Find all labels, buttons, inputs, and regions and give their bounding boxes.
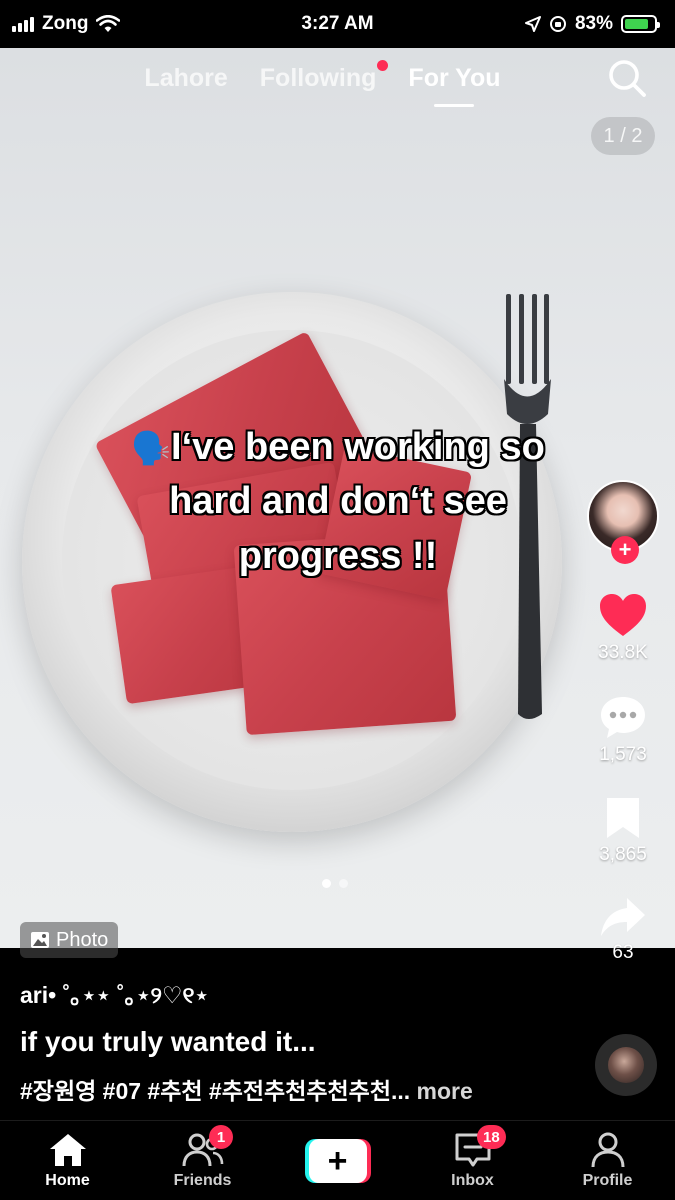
more-link[interactable]: more [410, 1078, 473, 1104]
status-right: 83% [524, 13, 660, 35]
comment-icon [601, 697, 645, 738]
status-time: 3:27 AM [301, 13, 374, 34]
carousel-dots[interactable] [322, 879, 348, 888]
create-plus-icon: + [304, 1138, 371, 1183]
tab-lahore[interactable]: Lahore [144, 64, 227, 93]
share-button[interactable]: 63 [599, 896, 647, 964]
tab-home-label: Home [45, 1171, 90, 1189]
post-hashtags[interactable]: #장원영 #07 #추천 #추전추천추천추천... more [20, 1072, 473, 1106]
orientation-lock-icon [549, 16, 566, 32]
photo-badge-label: Photo [56, 928, 109, 951]
tab-profile-label: Profile [582, 1171, 633, 1189]
share-arrow-icon [601, 898, 645, 936]
tab-inbox-label: Inbox [451, 1171, 494, 1189]
tab-following[interactable]: Following [259, 59, 389, 93]
tab-lahore-label: Lahore [144, 63, 228, 92]
bookmark-icon [606, 798, 639, 838]
bottom-tab-bar: Home Friends 1 + Inbox 18 Profile [0, 1120, 675, 1200]
carrier-name: Zong [42, 13, 89, 34]
location-arrow-icon [524, 16, 541, 32]
signal-icon [12, 16, 34, 32]
battery-percent: 83% [574, 13, 613, 34]
like-count: 33.8K [598, 642, 648, 663]
carousel-dot-1[interactable] [322, 879, 331, 888]
tab-profile[interactable]: Profile [540, 1121, 675, 1200]
tab-friends-label: Friends [173, 1171, 232, 1189]
like-button[interactable]: 33.8K [598, 592, 648, 664]
home-icon [49, 1133, 86, 1166]
save-count: 3,865 [599, 844, 647, 865]
save-button[interactable]: 3,865 [599, 796, 647, 866]
notification-dot [377, 59, 389, 71]
heart-icon [600, 594, 646, 636]
post-caption[interactable]: if you truly wanted it... [20, 1026, 316, 1058]
search-icon[interactable] [605, 56, 649, 100]
image-icon [31, 932, 49, 948]
tab-for-you[interactable]: For You [408, 63, 501, 107]
wifi-icon [96, 15, 121, 32]
tab-for-you-label: For You [408, 63, 501, 92]
photo-badge: Photo [20, 922, 119, 958]
create-button[interactable]: + [270, 1121, 405, 1200]
speaking-head-emoji: 🗣️ [131, 430, 172, 466]
post-info: ari• ˚｡⋆⋆ ˚｡⋆୨♡୧⋆ if you truly wanted it… [0, 948, 675, 1120]
overlay-caption: I‘ve been working so hard and don‘t see … [169, 426, 545, 577]
share-count: 63 [612, 942, 634, 963]
tab-following-label: Following [259, 63, 377, 92]
inbox-badge: 18 [477, 1125, 506, 1149]
photo-page-indicator: 1 / 2 [591, 117, 655, 155]
action-rail: + 33.8K 1,573 3,865 63 [585, 480, 661, 964]
status-bar: Zong 3:27 AM 83% [0, 0, 675, 48]
music-cover [608, 1047, 644, 1083]
hashtag-list[interactable]: #장원영 #07 #추천 #추전추천추천추천... [20, 1078, 410, 1104]
battery-level [625, 19, 649, 29]
profile-icon [591, 1132, 624, 1167]
music-disc[interactable] [595, 1034, 657, 1096]
carousel-dot-2[interactable] [339, 879, 348, 888]
photo-overlay-text: 🗣️I‘ve been working so hard and don‘t se… [88, 420, 588, 583]
friends-badge: 1 [209, 1125, 233, 1149]
follow-button[interactable]: + [611, 536, 639, 564]
top-nav: Lahore Following For You [0, 48, 675, 108]
creator-username[interactable]: ari• ˚｡⋆⋆ ˚｡⋆୨♡୧⋆ [20, 976, 209, 1010]
tab-friends[interactable]: Friends 1 [135, 1121, 270, 1200]
tab-home[interactable]: Home [0, 1121, 135, 1200]
comment-count: 1,573 [599, 744, 647, 765]
battery-icon [621, 15, 660, 33]
tab-inbox[interactable]: Inbox 18 [405, 1121, 540, 1200]
comment-button[interactable]: 1,573 [598, 694, 648, 766]
status-left: Zong [12, 13, 121, 35]
creator-avatar[interactable]: + [587, 480, 659, 564]
